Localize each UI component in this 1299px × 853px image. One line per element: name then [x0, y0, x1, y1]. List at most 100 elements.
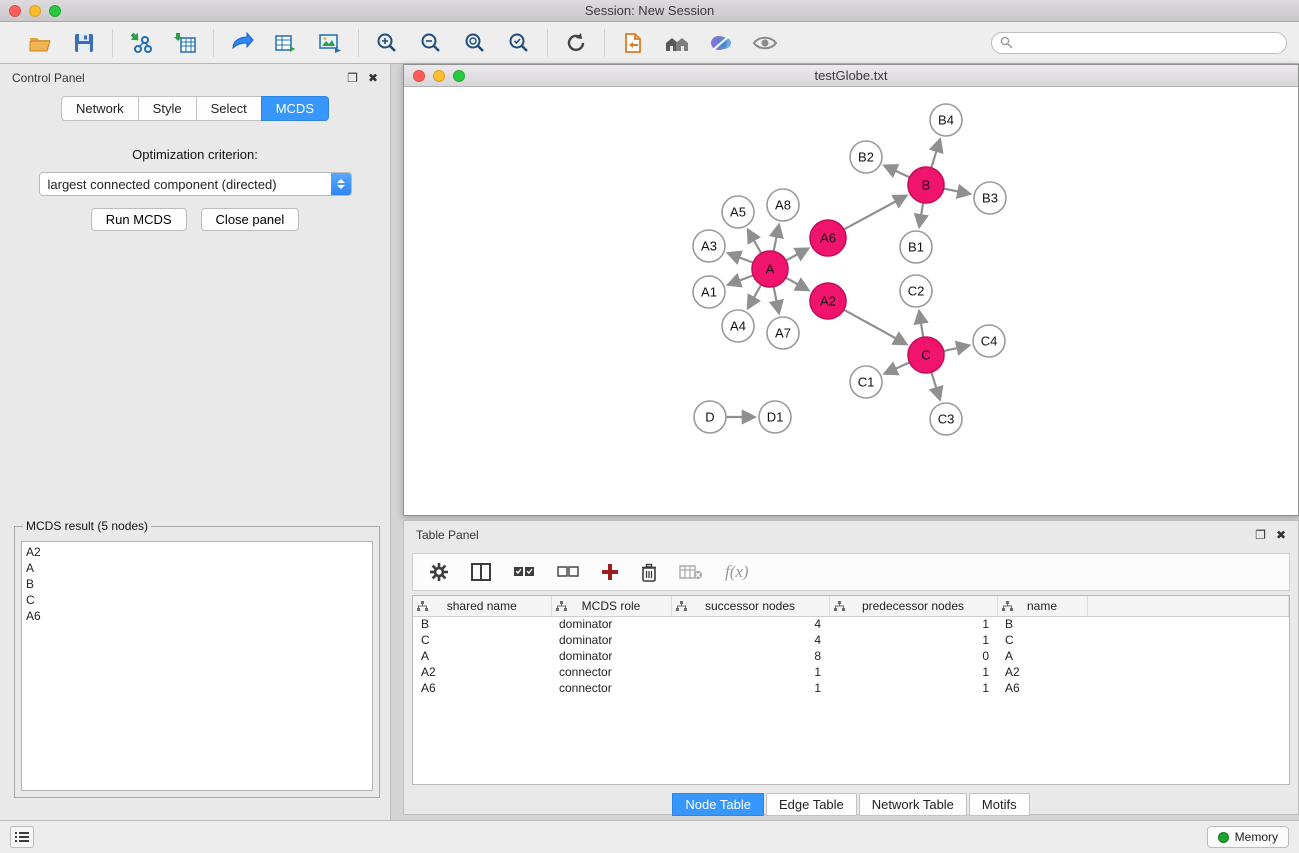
memory-button[interactable]: Memory — [1207, 826, 1289, 848]
graph-edge-C-C3[interactable] — [931, 372, 939, 399]
graph-node-C3[interactable]: C3 — [930, 403, 962, 435]
graph-edge-A-A8[interactable] — [774, 226, 779, 252]
add-column-icon[interactable] — [601, 563, 619, 581]
table-cell[interactable]: 1 — [829, 680, 997, 696]
refresh-layout-icon[interactable] — [562, 30, 590, 56]
table-cell[interactable]: 4 — [671, 632, 829, 648]
column-header-predecessor-nodes[interactable]: predecessor nodes — [829, 596, 997, 616]
graph-node-C[interactable]: C — [908, 337, 944, 373]
graph-node-C2[interactable]: C2 — [900, 275, 932, 307]
zoom-fit-icon[interactable] — [461, 30, 489, 56]
save-session-icon[interactable] — [70, 30, 98, 56]
table-cell[interactable]: 8 — [671, 648, 829, 664]
tab-style[interactable]: Style — [138, 96, 196, 121]
column-header-successor-nodes[interactable]: successor nodes — [671, 596, 829, 616]
graph-node-A3[interactable]: A3 — [693, 230, 725, 262]
graph-node-B3[interactable]: B3 — [974, 182, 1006, 214]
graph-edge-A-A3[interactable] — [729, 253, 754, 262]
node-table[interactable]: shared name MCDS role successor nodes pr… — [412, 595, 1290, 785]
graph-node-B1[interactable]: B1 — [900, 231, 932, 263]
column-header-mcds-role[interactable]: MCDS role — [551, 596, 671, 616]
tab-select[interactable]: Select — [196, 96, 261, 121]
table-cell[interactable]: A2 — [413, 664, 551, 680]
maximize-window-button[interactable] — [49, 5, 61, 17]
graph-edge-B-B3[interactable] — [944, 189, 970, 194]
table-row[interactable]: Bdominator41B — [413, 616, 1289, 632]
search-input[interactable] — [1018, 36, 1278, 50]
table-cell[interactable]: 1 — [829, 616, 997, 632]
float-panel-icon[interactable]: ❐ — [347, 72, 358, 84]
graph-edge-A2-C[interactable] — [844, 310, 906, 344]
table-cell[interactable]: C — [997, 632, 1087, 648]
table-cell[interactable]: 1 — [829, 632, 997, 648]
close-panel-button[interactable]: Close panel — [201, 208, 300, 231]
tab-edge-table[interactable]: Edge Table — [766, 793, 857, 816]
graph-node-A2[interactable]: A2 — [810, 283, 846, 319]
graph-node-A5[interactable]: A5 — [722, 196, 754, 228]
table-cell[interactable]: 1 — [671, 680, 829, 696]
graph-node-A8[interactable]: A8 — [767, 189, 799, 221]
deselect-all-columns-icon[interactable] — [557, 565, 579, 579]
graph-edge-A-A2[interactable] — [786, 278, 808, 290]
eye-icon[interactable] — [751, 30, 779, 56]
graph-node-A7[interactable]: A7 — [767, 317, 799, 349]
network-minimize-button[interactable] — [433, 70, 445, 82]
graph-edge-C-C1[interactable] — [885, 362, 909, 373]
zoom-selected-icon[interactable] — [505, 30, 533, 56]
mcds-result-item[interactable]: A2 — [26, 544, 368, 560]
graph-node-C4[interactable]: C4 — [973, 325, 1005, 357]
tab-network-table[interactable]: Network Table — [859, 793, 967, 816]
table-cell[interactable]: 1 — [671, 664, 829, 680]
table-cell[interactable]: A6 — [997, 680, 1087, 696]
table-row[interactable]: Cdominator41C — [413, 632, 1289, 648]
table-cell[interactable]: connector — [551, 680, 671, 696]
graph-edge-A-A7[interactable] — [774, 287, 779, 313]
graph-edge-B-B2[interactable] — [885, 166, 910, 178]
delete-column-icon[interactable] — [641, 563, 657, 582]
table-row[interactable]: Adominator80A — [413, 648, 1289, 664]
tab-mcds[interactable]: MCDS — [261, 96, 329, 121]
import-network-icon[interactable] — [127, 30, 155, 56]
table-cell[interactable]: A — [413, 648, 551, 664]
table-cell[interactable]: dominator — [551, 616, 671, 632]
table-cell[interactable]: dominator — [551, 632, 671, 648]
mcds-result-item[interactable]: A6 — [26, 608, 368, 624]
graph-node-A6[interactable]: A6 — [810, 220, 846, 256]
import-table-icon[interactable] — [171, 30, 199, 56]
network-from-selection-icon[interactable] — [228, 30, 256, 56]
graph-node-B[interactable]: B — [908, 167, 944, 203]
mcds-result-item[interactable]: B — [26, 576, 368, 592]
table-cell[interactable]: A2 — [997, 664, 1087, 680]
tab-motifs[interactable]: Motifs — [969, 793, 1030, 816]
table-cell[interactable]: B — [997, 616, 1087, 632]
table-cell[interactable]: C — [413, 632, 551, 648]
tab-network[interactable]: Network — [61, 96, 138, 121]
graph-node-B4[interactable]: B4 — [930, 104, 962, 136]
table-cell[interactable]: A6 — [413, 680, 551, 696]
graph-node-A4[interactable]: A4 — [722, 310, 754, 342]
zoom-out-icon[interactable] — [417, 30, 445, 56]
graph-edge-A-A5[interactable] — [748, 230, 761, 253]
graph-edge-C-C2[interactable] — [919, 312, 923, 337]
close-table-panel-icon[interactable]: ✖ — [1276, 529, 1286, 541]
table-cell[interactable]: dominator — [551, 648, 671, 664]
graph-edge-B-B4[interactable] — [931, 140, 940, 168]
column-header-shared-name[interactable]: shared name — [413, 596, 551, 616]
mcds-result-list[interactable]: A2ABCA6 — [21, 541, 373, 791]
column-header-name[interactable]: name — [997, 596, 1087, 616]
close-panel-icon[interactable]: ✖ — [368, 72, 378, 84]
table-cell[interactable]: 4 — [671, 616, 829, 632]
network-canvas[interactable]: B4B2BB3A5A8A6A3B1AA1C2A2A4A7C4CC1DD1C3 — [404, 87, 1298, 515]
minimize-window-button[interactable] — [29, 5, 41, 17]
graph-edge-A-A1[interactable] — [729, 275, 754, 284]
graph-node-A1[interactable]: A1 — [693, 276, 725, 308]
optimization-criterion-dropdown[interactable]: largest connected component (directed) — [39, 172, 352, 196]
table-cell[interactable]: connector — [551, 664, 671, 680]
function-builder-icon[interactable]: f(x) — [725, 562, 749, 582]
select-all-columns-icon[interactable] — [513, 565, 535, 579]
table-cell[interactable]: 1 — [829, 664, 997, 680]
network-overview-icon[interactable] — [663, 30, 691, 56]
close-window-button[interactable] — [9, 5, 21, 17]
search-box[interactable] — [991, 32, 1287, 54]
run-mcds-button[interactable]: Run MCDS — [91, 208, 187, 231]
